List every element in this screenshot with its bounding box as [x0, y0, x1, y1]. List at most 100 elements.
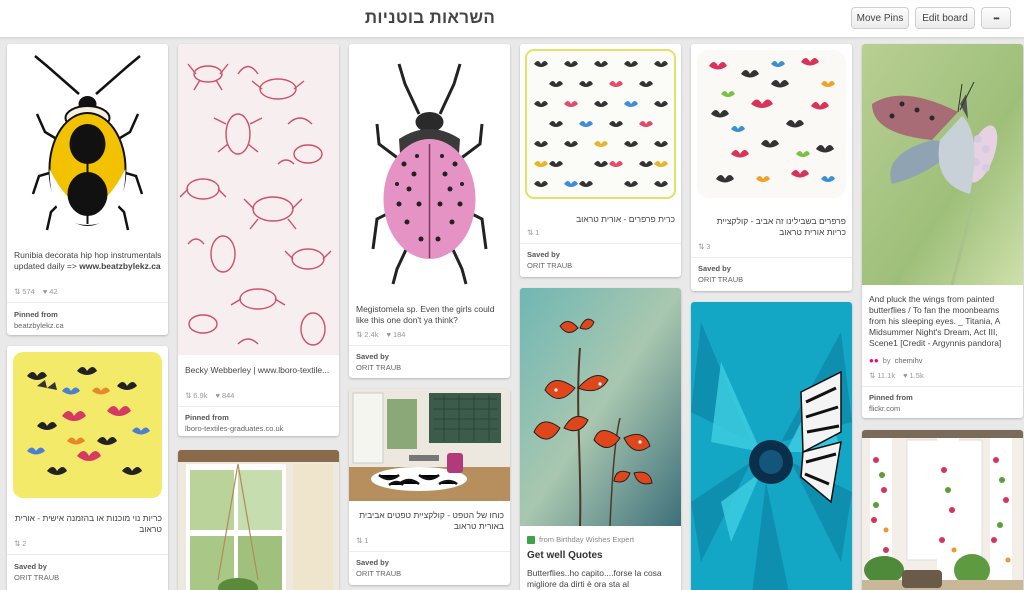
pin-card[interactable]: And pluck the wings from painted butterf…: [862, 44, 1023, 418]
pin-card[interactable]: Becky Webberley | www.lboro-textile... ⇅…: [178, 44, 339, 436]
source-link[interactable]: beatzbylekz.ca: [14, 321, 64, 330]
pin-description: Megistomela sp. Even the girls could lik…: [356, 304, 495, 325]
like-count: ♥ 1.5k: [903, 371, 924, 380]
pin-via: from Birthday Wishes Expert: [527, 535, 634, 544]
pin-image-blue-butterfly[interactable]: [691, 302, 852, 590]
pin-description: כרית פרפרים - אורית טראוב: [576, 214, 675, 224]
repin-count: ⇅ 574: [14, 287, 35, 296]
repin-count: ⇅ 3: [698, 242, 711, 251]
pin-image-window-plant[interactable]: [178, 450, 339, 590]
divider: [7, 302, 168, 303]
divider: [349, 551, 510, 552]
attribution-user[interactable]: chemihv: [895, 356, 923, 365]
heart-icon: ♥: [215, 391, 220, 400]
pin-card[interactable]: כרית פרפרים - אורית טראוב ⇅ 1 Saved by OR…: [520, 44, 681, 277]
repin-count: ⇅ 6.9k: [185, 391, 208, 400]
pin-image-beetle-yellow[interactable]: [7, 44, 168, 240]
pin-stats: ⇅ 2.4k ♥ 184: [356, 330, 405, 339]
divider: [520, 243, 681, 244]
move-pins-button[interactable]: Move Pins: [851, 7, 909, 29]
saved-by-label: Saved by: [698, 264, 731, 273]
pin-card[interactable]: [178, 450, 339, 590]
pin-card[interactable]: כריות נוי מוכנות או בהזמנה אישית - אורית…: [7, 346, 168, 590]
pin-image-pillow-yellow[interactable]: [7, 346, 168, 504]
pin-card[interactable]: Megistomela sp. Even the girls could lik…: [349, 44, 510, 378]
pin-card[interactable]: from Birthday Wishes Expert Get well Quo…: [520, 288, 681, 590]
flickr-icon: ●●: [869, 356, 879, 365]
pin-description: Butterflies..ho capito....forse la cosa …: [527, 568, 662, 589]
pin-image-butterfly-flower[interactable]: [862, 44, 1023, 285]
pin-stats: ⇅ 1: [356, 536, 368, 545]
pin-stats: ⇅ 2: [14, 539, 26, 548]
repin-icon: ⇅: [14, 539, 21, 548]
saved-by-label: Saved by: [356, 558, 389, 567]
saved-by-label: Saved by: [14, 562, 47, 571]
repin-icon: ⇅: [14, 287, 21, 296]
repin-icon: ⇅: [356, 330, 363, 339]
board-header: השראות בוטניות Move Pins Edit board •••: [0, 0, 1024, 38]
pin-description: Runibia decorata hip hop instrumentals u…: [14, 250, 162, 271]
pinned-from-label: Pinned from: [185, 413, 229, 422]
repin-icon: ⇅: [527, 228, 534, 237]
divider: [862, 386, 1023, 387]
pin-image-floral-room[interactable]: [862, 430, 1023, 590]
pin-image-room-zebra[interactable]: [349, 389, 510, 501]
like-count: ♥ 184: [386, 330, 406, 339]
pin-description: פרפרים בשבילינו זה אביב - קולקציית כריות…: [716, 216, 846, 237]
heart-icon: ♥: [386, 330, 391, 339]
repin-icon: ⇅: [869, 371, 876, 380]
pin-grid: Runibia decorata hip hop instrumentals u…: [0, 38, 1024, 590]
pin-title[interactable]: Get well Quotes: [527, 550, 603, 561]
pin-image-red-butterflies[interactable]: [520, 288, 681, 526]
pin-description: And pluck the wings from painted butterf…: [869, 294, 1002, 348]
pin-description: Becky Webberley | www.lboro-textile...: [185, 365, 330, 375]
board-title: השראות בוטניות: [364, 8, 496, 27]
heart-icon: ♥: [42, 287, 48, 296]
repin-count: ⇅ 2.4k: [356, 330, 379, 339]
more-options-button[interactable]: •••: [981, 7, 1011, 29]
pin-stats: ⇅ 1: [527, 228, 539, 237]
repin-icon: ⇅: [185, 391, 192, 400]
saved-by-user[interactable]: ORIT TRAUB: [356, 363, 401, 372]
pin-attribution: ●● by chemihv: [869, 356, 923, 365]
source-favicon-icon: [527, 535, 535, 544]
pin-card[interactable]: [691, 302, 852, 590]
heart-icon: ♥: [903, 371, 908, 380]
pinned-from-label: Pinned from: [14, 310, 58, 319]
pin-description: כוחו של הטפט - קולקציית טפטים אביבית באו…: [359, 510, 504, 531]
saved-by-user[interactable]: ORIT TRAUB: [527, 261, 572, 270]
pinned-from-label: Pinned from: [869, 393, 913, 402]
pin-stats: ⇅ 3: [698, 242, 710, 251]
like-count: ♥ 844: [215, 391, 235, 400]
pin-stats: ⇅ 574 ♥ 42: [14, 287, 58, 296]
divider: [349, 345, 510, 346]
repin-count: ⇅ 1: [527, 228, 540, 237]
divider: [7, 554, 168, 555]
pin-card[interactable]: פרפרים בשבילינו זה אביב - קולקציית כריות…: [691, 44, 852, 291]
like-count: ♥ 42: [42, 287, 58, 296]
pin-description: כריות נוי מוכנות או בהזמנה אישית - אורית…: [14, 513, 162, 534]
source-link[interactable]: lboro-textiles-graduates.co.uk: [185, 424, 283, 433]
pin-image-beetle-pink[interactable]: [349, 44, 510, 294]
pin-card[interactable]: [862, 430, 1023, 590]
pin-stats: ⇅ 6.9k ♥ 844: [185, 391, 234, 400]
saved-by-label: Saved by: [527, 250, 560, 259]
divider: [691, 257, 852, 258]
repin-count: ⇅ 2: [14, 539, 27, 548]
pin-image-textile-red[interactable]: [178, 44, 339, 355]
repin-count: ⇅ 11.1k: [869, 371, 896, 380]
saved-by-user[interactable]: ORIT TRAUB: [356, 569, 401, 578]
edit-board-button[interactable]: Edit board: [915, 7, 975, 29]
pin-card[interactable]: Runibia decorata hip hop instrumentals u…: [7, 44, 168, 335]
saved-by-user[interactable]: ORIT TRAUB: [698, 275, 743, 284]
divider: [178, 406, 339, 407]
repin-count: ⇅ 1: [356, 536, 369, 545]
saved-by-user[interactable]: ORIT TRAUB: [14, 573, 59, 582]
repin-icon: ⇅: [698, 242, 705, 251]
repin-icon: ⇅: [356, 536, 363, 545]
source-link[interactable]: flickr.com: [869, 404, 900, 413]
pin-image-pillow-white[interactable]: [691, 44, 852, 204]
pin-image-pillow-butterflies[interactable]: [520, 44, 681, 204]
pin-card[interactable]: כוחו של הטפט - קולקציית טפטים אביבית באו…: [349, 389, 510, 585]
pin-stats: ⇅ 11.1k ♥ 1.5k: [869, 371, 924, 380]
